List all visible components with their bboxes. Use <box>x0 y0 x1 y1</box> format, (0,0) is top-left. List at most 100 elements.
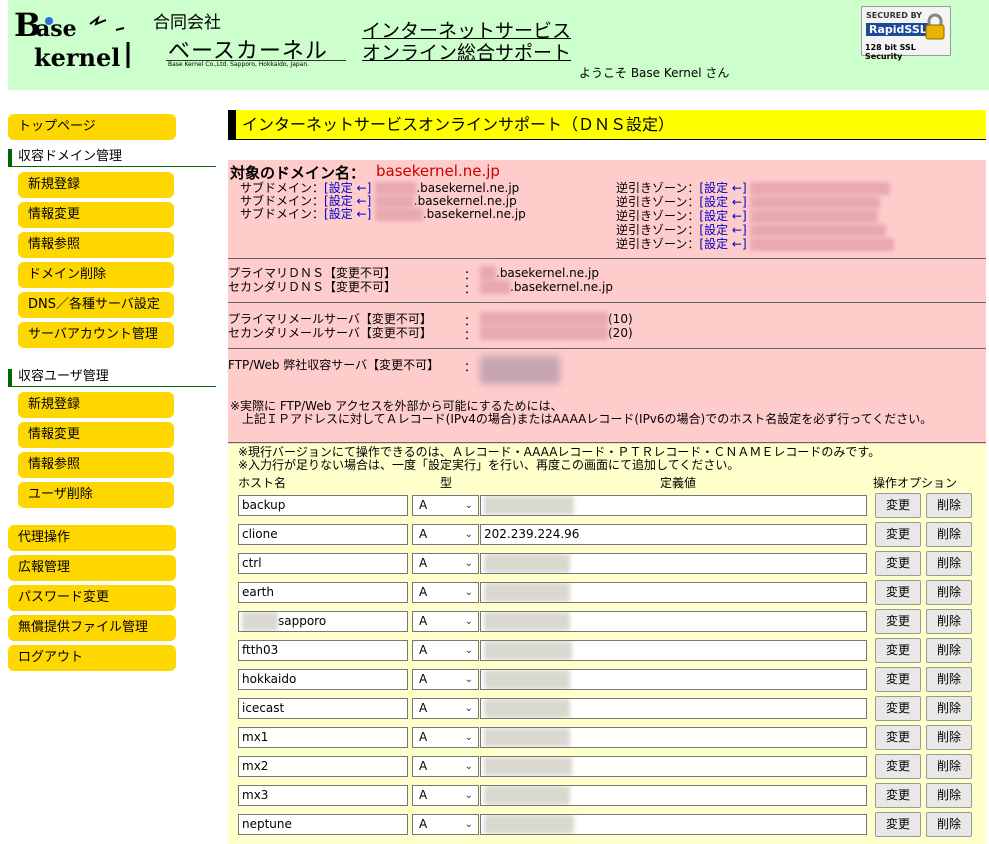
host-input[interactable]: hokkaido <box>238 669 408 690</box>
host-input[interactable]: mx2 <box>238 756 408 777</box>
nav-domain-delete[interactable]: ドメイン削除 <box>18 262 174 288</box>
value-input[interactable]: . <box>480 495 867 516</box>
chevron-down-icon: ⌄ <box>464 500 473 511</box>
chevron-down-icon: ⌄ <box>464 790 473 801</box>
type-select[interactable]: A ⌄ <box>412 582 479 603</box>
nav-free-files[interactable]: 無償提供ファイル管理 <box>8 615 176 641</box>
host-input[interactable]: mx1 <box>238 727 408 748</box>
delete-button[interactable]: 削除 <box>926 783 972 808</box>
nav-domain-new[interactable]: 新規登録 <box>18 172 174 198</box>
type-select[interactable]: A ⌄ <box>412 814 479 835</box>
type-select[interactable]: A ⌄ <box>412 495 479 516</box>
host-input[interactable]: ftth03 <box>238 640 408 661</box>
edit-button[interactable]: 変更 <box>875 609 921 634</box>
nav-server-accounts[interactable]: サーバアカウント管理 <box>18 322 174 348</box>
delete-button[interactable]: 削除 <box>926 725 972 750</box>
subdomain-setting-link[interactable]: [設定 ←] <box>324 181 371 195</box>
value-input[interactable]: . <box>480 582 867 603</box>
col-operations: 操作オプション <box>873 476 958 490</box>
ssl-brand: RapidSSL <box>866 23 930 36</box>
value-input[interactable]: . <box>480 640 867 661</box>
delete-button[interactable]: 削除 <box>926 667 972 692</box>
type-select[interactable]: A ⌄ <box>412 698 479 719</box>
value-input[interactable]: . <box>480 785 867 806</box>
nav-top-page[interactable]: トップページ <box>8 114 176 140</box>
nav-domain-view[interactable]: 情報参照 <box>18 232 174 258</box>
ssl-seal[interactable]: SECURED BY RapidSSL 128 bit SSL Security <box>861 6 951 61</box>
reverse-zone-value: . <box>750 224 887 237</box>
edit-button[interactable]: 変更 <box>875 493 921 518</box>
primary-dns-label: プライマリＤＮＳ【変更不可】 <box>228 266 397 280</box>
edit-button[interactable]: 変更 <box>875 812 921 837</box>
host-input[interactable]: neptune <box>238 814 408 835</box>
record-row: ftth03A⌄. 変更削除 <box>228 638 986 668</box>
edit-button[interactable]: 変更 <box>875 696 921 721</box>
nav-domain-edit[interactable]: 情報変更 <box>18 202 174 228</box>
subdomain-setting-link[interactable]: [設定 ←] <box>324 194 371 208</box>
value-input[interactable]: 202.239.224.96 <box>480 524 867 545</box>
edit-button[interactable]: 変更 <box>875 725 921 750</box>
nav-password-change[interactable]: パスワード変更 <box>8 585 176 611</box>
type-select[interactable]: A ⌄ <box>412 611 479 632</box>
delete-button[interactable]: 削除 <box>926 812 972 837</box>
subdomain-setting-link[interactable]: [設定 ←] <box>324 207 371 221</box>
edit-button[interactable]: 変更 <box>875 667 921 692</box>
value-input[interactable]: . <box>480 756 867 777</box>
host-input[interactable]: mx3 <box>238 785 408 806</box>
type-select[interactable]: A ⌄ <box>412 669 479 690</box>
host-input[interactable]: ctrl <box>238 553 408 574</box>
chevron-down-icon: ⌄ <box>464 558 473 569</box>
host-input[interactable]: .sapporo <box>238 611 408 632</box>
delete-button[interactable]: 削除 <box>926 754 972 779</box>
value-input[interactable]: . <box>480 611 867 632</box>
edit-button[interactable]: 変更 <box>875 580 921 605</box>
nav-proxy-operation[interactable]: 代理操作 <box>8 525 176 551</box>
edit-button[interactable]: 変更 <box>875 551 921 576</box>
host-input[interactable]: clione <box>238 524 408 545</box>
reverse-zone-setting-link[interactable]: [設定 ←] <box>699 209 746 223</box>
type-select[interactable]: A ⌄ <box>412 553 479 574</box>
value-input[interactable]: . <box>480 669 867 690</box>
section-user-management: 収容ユーザ管理 <box>8 369 216 387</box>
edit-button[interactable]: 変更 <box>875 783 921 808</box>
nav-pr-management[interactable]: 広報管理 <box>8 555 176 581</box>
nav-user-new[interactable]: 新規登録 <box>18 392 174 418</box>
nav-dns-settings[interactable]: DNS／各種サーバ設定 <box>18 292 174 318</box>
chevron-down-icon: ⌄ <box>464 587 473 598</box>
delete-button[interactable]: 削除 <box>926 522 972 547</box>
type-select[interactable]: A ⌄ <box>412 727 479 748</box>
primary-dns-value: ..basekernel.ne.jp <box>480 266 599 280</box>
nav-user-edit[interactable]: 情報変更 <box>18 422 174 448</box>
host-input[interactable]: earth <box>238 582 408 603</box>
reverse-zone-row: 逆引きゾーン：[設定 ←] . <box>616 237 895 251</box>
type-select[interactable]: A ⌄ <box>412 785 479 806</box>
nav-logout[interactable]: ログアウト <box>8 645 176 671</box>
delete-button[interactable]: 削除 <box>926 493 972 518</box>
host-input[interactable]: icecast <box>238 698 408 719</box>
value-input[interactable]: . <box>480 727 867 748</box>
host-input[interactable]: backup <box>238 495 408 516</box>
delete-button[interactable]: 削除 <box>926 638 972 663</box>
nav-user-view[interactable]: 情報参照 <box>18 452 174 478</box>
value-input[interactable]: . <box>480 814 867 835</box>
edit-button[interactable]: 変更 <box>875 638 921 663</box>
delete-button[interactable]: 削除 <box>926 609 972 634</box>
value-input[interactable]: . <box>480 698 867 719</box>
delete-button[interactable]: 削除 <box>926 696 972 721</box>
delete-button[interactable]: 削除 <box>926 580 972 605</box>
type-select[interactable]: A ⌄ <box>412 524 479 545</box>
page-title: インターネットサービスオンラインサポート（ＤＮＳ設定） <box>228 110 986 140</box>
reverse-zone-setting-link[interactable]: [設定 ←] <box>699 223 746 237</box>
nav-user-delete[interactable]: ユーザ削除 <box>18 482 174 508</box>
value-input[interactable]: . <box>480 553 867 574</box>
type-select[interactable]: A ⌄ <box>412 756 479 777</box>
reverse-zone-setting-link[interactable]: [設定 ←] <box>699 237 746 251</box>
reverse-zone-setting-link[interactable]: [設定 ←] <box>699 195 746 209</box>
type-select[interactable]: A ⌄ <box>412 640 479 661</box>
edit-button[interactable]: 変更 <box>875 522 921 547</box>
record-row: mx1A⌄. 変更削除 <box>228 725 986 755</box>
ftp-note: ※実際に FTP/Web アクセスを外部から可能にするためには、 上記ＩＰアドレ… <box>230 399 933 426</box>
reverse-zone-setting-link[interactable]: [設定 ←] <box>699 181 746 195</box>
edit-button[interactable]: 変更 <box>875 754 921 779</box>
delete-button[interactable]: 削除 <box>926 551 972 576</box>
